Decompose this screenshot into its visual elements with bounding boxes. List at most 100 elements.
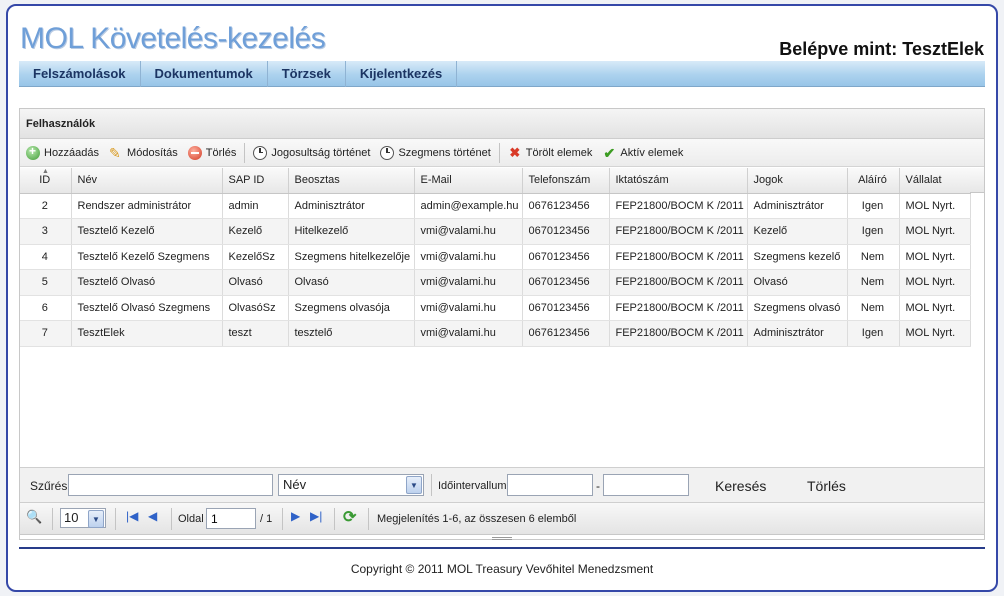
pager: 🔍 10 ▼ |◀ ◀ Oldal / 1 ▶ ▶| ⟳ Megjeleníté…: [20, 503, 984, 535]
table-cell: Nem: [847, 295, 900, 321]
table-cell: 6: [20, 295, 72, 321]
filter-field-value: Név: [283, 477, 307, 492]
table-cell: Rendszer administrátor: [71, 193, 223, 219]
table-cell: FEP21800/BOCM K /2011: [609, 244, 748, 270]
rights-history-button[interactable]: Jogosultság történet: [253, 145, 371, 160]
table-cell: teszt: [222, 320, 289, 347]
column-header-signer[interactable]: Aláíró: [847, 168, 900, 194]
table-cell: 0670123456: [522, 295, 610, 321]
rights-history-label: Jogosultság történet: [271, 146, 371, 159]
prev-page-icon[interactable]: ◀: [148, 509, 157, 523]
table-cell: vmi@valami.hu: [414, 218, 523, 245]
table-cell: MOL Nyrt.: [899, 244, 971, 270]
table-cell: Igen: [847, 218, 900, 245]
active-items-button[interactable]: ✔ Aktív elemek: [602, 146, 684, 160]
footer-divider: [19, 547, 985, 549]
delete-button[interactable]: Törlés: [187, 145, 236, 160]
filter-separator: [431, 474, 432, 496]
column-header-email[interactable]: E-Mail: [414, 168, 523, 194]
table-cell: KezelőSz: [222, 244, 289, 270]
refresh-icon[interactable]: ⟳: [343, 507, 356, 527]
table-cell: Olvasó: [222, 269, 289, 296]
pager-separator: [334, 508, 335, 530]
pager-separator: [52, 508, 53, 530]
table-cell: vmi@valami.hu: [414, 269, 523, 296]
clear-button[interactable]: Törlés: [807, 478, 846, 494]
filter-label: Szűrés: [30, 479, 68, 493]
first-page-icon[interactable]: |◀: [126, 509, 138, 523]
table-cell: MOL Nyrt.: [899, 218, 971, 245]
last-page-icon[interactable]: ▶|: [310, 509, 322, 523]
table-cell: Nem: [847, 244, 900, 270]
table-cell: Hitelkezelő: [288, 218, 415, 245]
pager-separator: [368, 508, 369, 530]
table-cell: FEP21800/BOCM K /2011: [609, 269, 748, 296]
interval-from-input[interactable]: [507, 474, 593, 496]
table-cell: 0670123456: [522, 269, 610, 296]
page-size-select[interactable]: 10 ▼: [60, 508, 106, 528]
table-cell: 0676123456: [522, 193, 610, 219]
table-row[interactable]: 5 Tesztelő Olvasó Olvasó Olvasó vmi@valami.h…: [20, 269, 971, 296]
page-size-value: 10: [64, 510, 79, 525]
minus-circle-icon: [187, 145, 202, 160]
pencil-icon: ✎: [109, 144, 121, 161]
filter-bar: Szűrés Név ▼ Időintervallum - Keresés Tö…: [20, 467, 984, 503]
sort-asc-icon: ▲: [42, 168, 49, 175]
segment-history-button[interactable]: Szegmens történet: [380, 145, 491, 160]
table-cell: MOL Nyrt.: [899, 269, 971, 296]
resize-grip[interactable]: [492, 537, 512, 540]
scrollbar-header: [970, 168, 984, 193]
column-header-sap-id[interactable]: SAP ID: [222, 168, 289, 194]
add-label: Hozzáadás: [44, 146, 100, 159]
filter-input[interactable]: [68, 474, 273, 496]
menu-item-felszamolasok[interactable]: Felszámolások: [19, 61, 141, 87]
table-cell: 0676123456: [522, 320, 610, 347]
interval-to-input[interactable]: [603, 474, 689, 496]
table-cell: Tesztelő Olvasó Szegmens: [71, 295, 223, 321]
toolbar-separator: [498, 142, 500, 163]
interval-label: Időintervallum: [438, 480, 507, 492]
table-cell: 7: [20, 320, 72, 347]
table-cell: TesztElek: [71, 320, 223, 347]
add-button[interactable]: Hozzáadás: [26, 144, 100, 160]
menu-item-torzsek[interactable]: Törzsek: [268, 61, 346, 87]
menu-item-kijelentkezes[interactable]: Kijelentkezés: [346, 61, 458, 87]
column-header-company[interactable]: Vállalat: [899, 168, 971, 194]
clock-icon: [380, 145, 395, 160]
table-row[interactable]: 3 Tesztelő Kezelő Kezelő Hitelkezelő vmi@val…: [20, 218, 971, 245]
deleted-items-button[interactable]: ✖ Törölt elemek: [508, 145, 593, 160]
toolbar-separator: [244, 142, 246, 163]
deleted-items-label: Törölt elemek: [525, 146, 593, 159]
page-number-input[interactable]: [206, 508, 256, 529]
main-menu: Felszámolások Dokumentumok Törzsek Kijel…: [19, 61, 985, 87]
table-cell: OlvasóSz: [222, 295, 289, 321]
footer-copyright: Copyright © 2011 MOL Treasury Vevőhitel …: [350, 562, 654, 576]
table-cell: MOL Nyrt.: [899, 193, 971, 219]
table-row[interactable]: 2 Rendszer administrátor admin Adminisztrát…: [20, 193, 971, 219]
table-cell: Tesztelő Kezelő: [71, 218, 223, 245]
table-row[interactable]: 4 Tesztelő Kezelő Szegmens KezelőSz Szegmen…: [20, 244, 971, 270]
column-header-name[interactable]: Név: [71, 168, 223, 194]
magnifier-icon[interactable]: 🔍: [26, 509, 42, 525]
search-button[interactable]: Keresés: [715, 478, 766, 494]
next-page-icon[interactable]: ▶: [291, 509, 300, 523]
table-cell: Igen: [847, 193, 900, 219]
column-header-filing-number[interactable]: Iktatószám: [609, 168, 748, 194]
filter-field-select[interactable]: Név ▼: [278, 474, 424, 496]
menu-item-dokumentumok[interactable]: Dokumentumok: [141, 61, 268, 87]
column-header-phone[interactable]: Telefonszám: [522, 168, 610, 194]
clock-icon: [253, 145, 268, 160]
table-row[interactable]: 6 Tesztelő Olvasó Szegmens OlvasóSz Szegmen…: [20, 295, 971, 321]
table-cell: Szegmens olvasója: [288, 295, 415, 321]
edit-button[interactable]: ✎ Módosítás: [109, 146, 178, 160]
column-header-position[interactable]: Beosztas: [288, 168, 415, 194]
table-cell: vmi@valami.hu: [414, 244, 523, 270]
chevron-down-icon: ▼: [88, 510, 104, 528]
table-cell: FEP21800/BOCM K /2011: [609, 193, 748, 219]
column-header-id[interactable]: ▲ ID: [20, 168, 72, 194]
table-cell: Szegmens hitelkezelője: [288, 244, 415, 270]
table-row[interactable]: 7 TesztElek teszt tesztelő vmi@valami.hu 0676…: [20, 320, 971, 347]
table-cell: vmi@valami.hu: [414, 295, 523, 321]
page-label: Oldal: [178, 513, 204, 525]
column-header-rights[interactable]: Jogok: [747, 168, 848, 194]
